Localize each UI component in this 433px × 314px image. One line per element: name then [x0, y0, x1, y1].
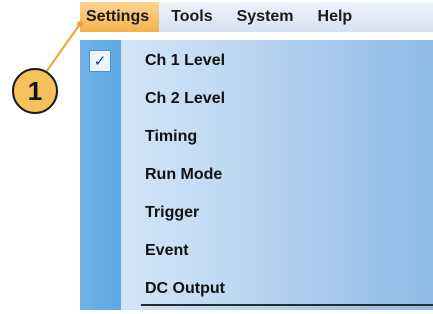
- callout-leader-line: [45, 21, 83, 73]
- screenshot-stage: Settings Tools System Help ✓ Ch 1 Level …: [0, 0, 433, 314]
- callout-number-badge: 1: [12, 68, 58, 114]
